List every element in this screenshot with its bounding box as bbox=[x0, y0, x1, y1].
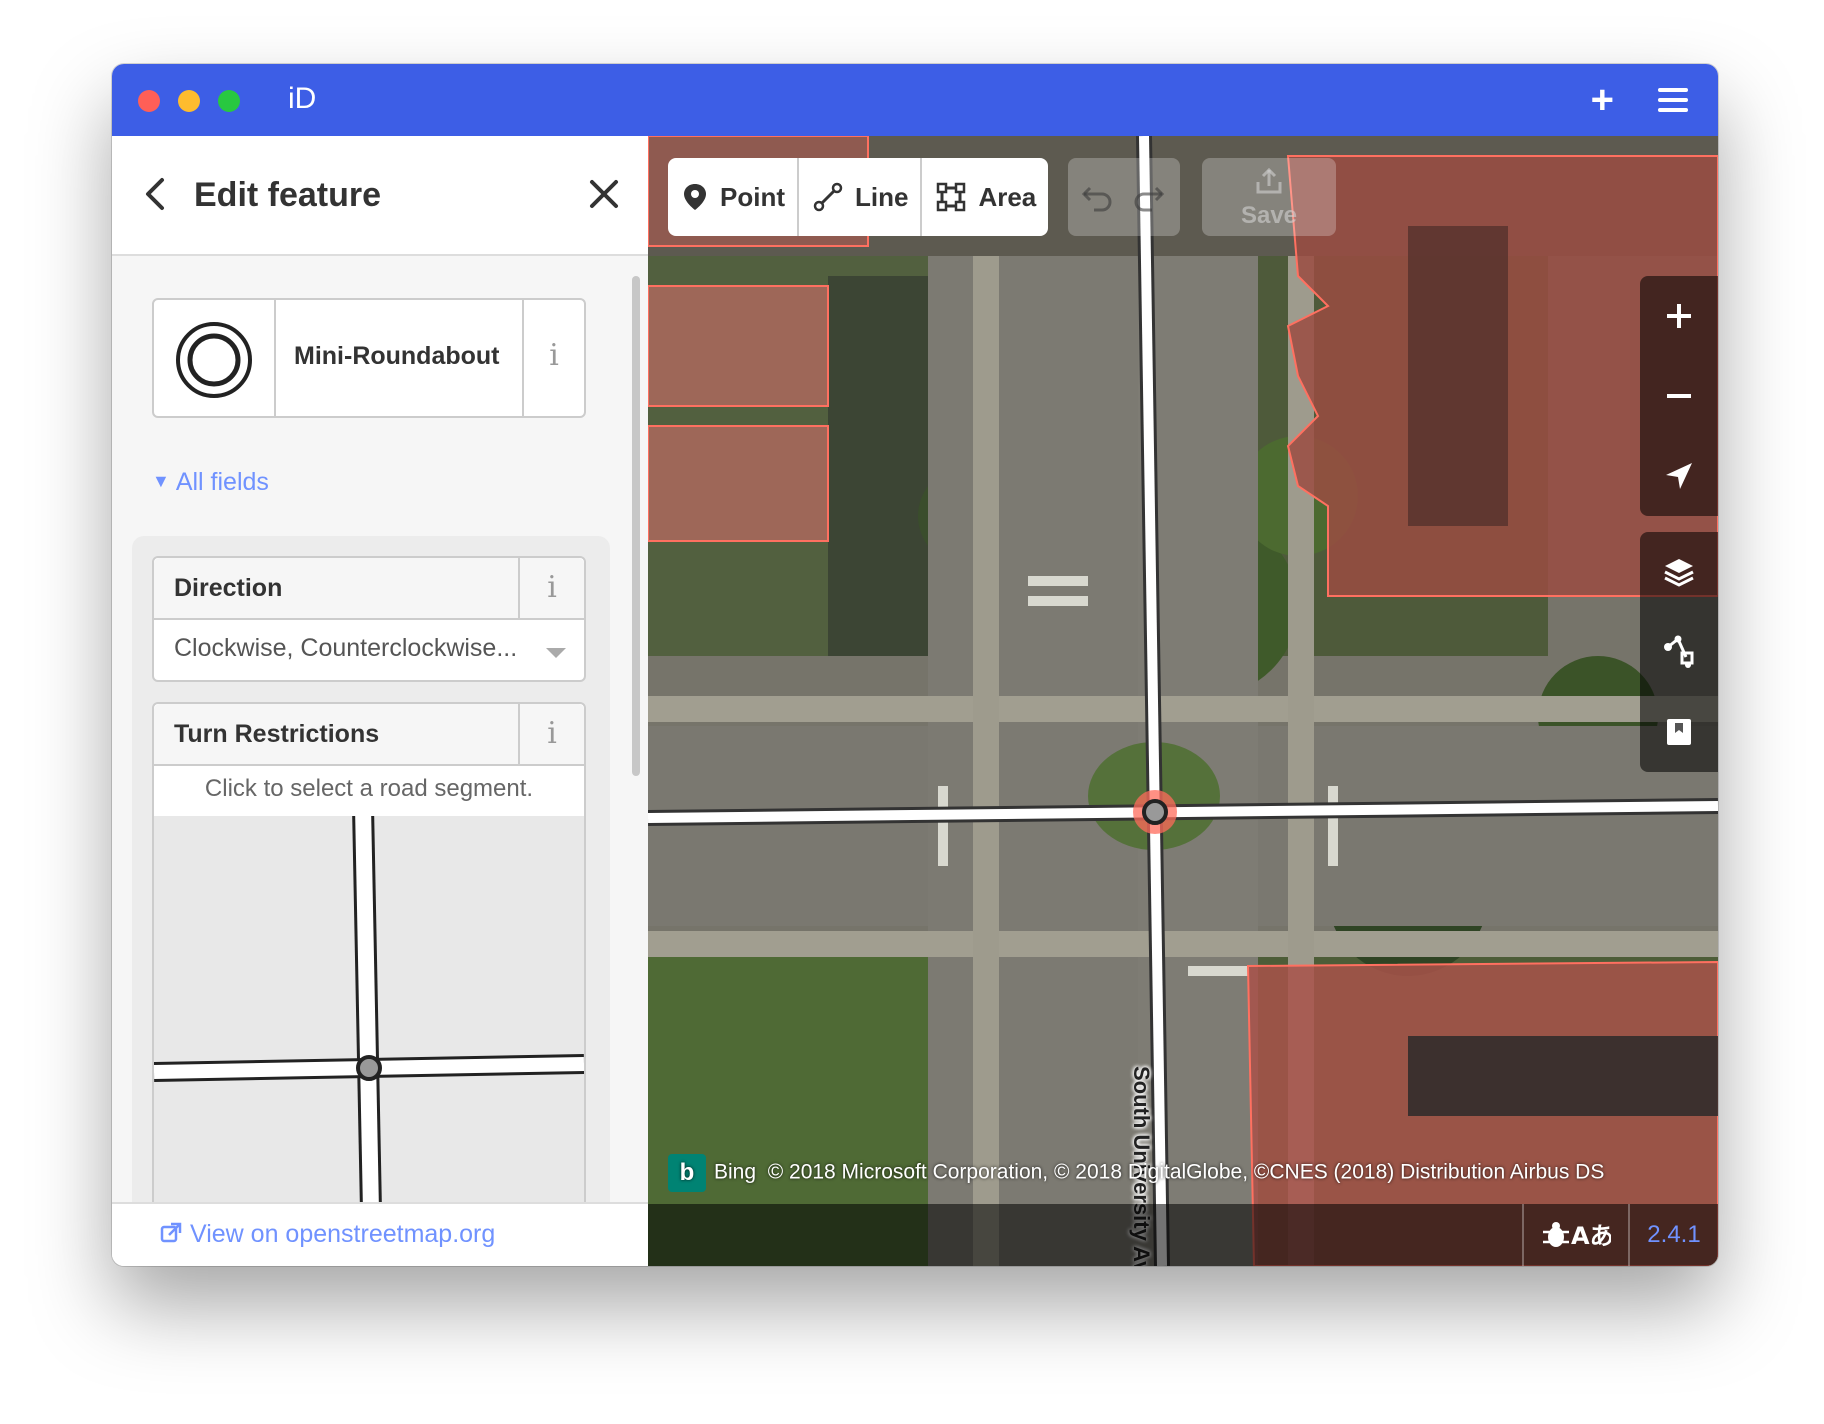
undo-icon[interactable] bbox=[1078, 180, 1118, 216]
attribution-text: © 2018 Microsoft Corporation, © 2018 Dig… bbox=[767, 1160, 1605, 1184]
mini-roundabout-icon bbox=[176, 322, 252, 398]
area-label: Area bbox=[978, 181, 1037, 212]
info-icon: i bbox=[549, 338, 559, 373]
map-canvas[interactable]: South University Avenue Point Line Area … bbox=[648, 136, 1718, 1266]
sidebar-content: Mini-Roundabout i ▼ All fields Direction … bbox=[112, 256, 632, 1202]
plus-icon bbox=[1667, 304, 1691, 328]
point-label: Point bbox=[720, 181, 785, 212]
close-window-button[interactable] bbox=[138, 90, 160, 112]
hamburger-menu-icon[interactable] bbox=[1658, 88, 1688, 112]
imagery-attribution: b Bing © 2018 Microsoft Corporation, © 20… bbox=[668, 1154, 1604, 1192]
sidebar-header: Edit feature bbox=[112, 136, 648, 256]
preset-list-item[interactable]: Mini-Roundabout i bbox=[152, 298, 586, 418]
direction-info-button[interactable]: i bbox=[518, 558, 584, 618]
layers-icon bbox=[1664, 559, 1694, 587]
preset-info-button[interactable]: i bbox=[522, 300, 584, 416]
bug-icon bbox=[1543, 1222, 1569, 1247]
close-icon[interactable] bbox=[584, 174, 624, 214]
help-button[interactable] bbox=[1640, 692, 1718, 772]
save-button[interactable]: Save bbox=[1202, 158, 1336, 236]
mini-roundabout-vertex[interactable] bbox=[1142, 799, 1168, 825]
info-icon: i bbox=[547, 570, 557, 605]
chevron-left-icon[interactable] bbox=[140, 174, 172, 214]
sidebar-footer: View on openstreetmap.org bbox=[112, 1202, 648, 1266]
add-feature-toolbar: Point Line Area bbox=[668, 158, 1049, 236]
intersection-vertex[interactable] bbox=[356, 1055, 382, 1081]
add-area-button[interactable]: Area bbox=[922, 158, 1048, 236]
zoom-controls bbox=[1640, 276, 1718, 516]
sidebar-scrollbar[interactable] bbox=[632, 276, 640, 776]
zoom-window-button[interactable] bbox=[218, 90, 240, 112]
version-label[interactable]: 2.4.1 bbox=[1628, 1204, 1718, 1266]
turn-restrictions-map[interactable] bbox=[154, 816, 584, 1202]
turn-restrictions-label: Turn Restrictions bbox=[174, 720, 380, 748]
turn-restrictions-header: Turn Restrictions i bbox=[154, 704, 584, 766]
app-title: iD bbox=[288, 82, 317, 115]
preset-name: Mini-Roundabout bbox=[294, 342, 500, 370]
building-outline[interactable] bbox=[648, 425, 829, 542]
save-label: Save bbox=[1240, 202, 1298, 229]
all-fields-label: All fields bbox=[175, 468, 269, 496]
minus-icon bbox=[1667, 394, 1691, 398]
direction-field-header: Direction i bbox=[154, 558, 584, 620]
view-on-osm-link[interactable]: View on openstreetmap.org bbox=[160, 1220, 495, 1249]
translate-icon: Aあ bbox=[1571, 1222, 1611, 1250]
upload-icon bbox=[1256, 167, 1282, 194]
satellite-imagery bbox=[648, 136, 1718, 1266]
map-controls bbox=[1640, 276, 1718, 788]
area-icon bbox=[937, 182, 966, 212]
turn-restrictions-hint: Click to select a road segment. bbox=[154, 766, 584, 816]
zoom-in-button[interactable] bbox=[1640, 276, 1718, 356]
redo-icon[interactable] bbox=[1128, 180, 1168, 216]
chevron-down-icon[interactable] bbox=[546, 648, 566, 658]
title-bar: iD + bbox=[112, 64, 1718, 136]
turn-restrictions-field: Turn Restrictions i Click to select a ro… bbox=[152, 702, 586, 1202]
bing-logo-icon: b bbox=[668, 1154, 706, 1192]
direction-label: Direction bbox=[174, 574, 283, 602]
turn-restrictions-info-button[interactable]: i bbox=[518, 704, 584, 764]
undo-redo-group bbox=[1068, 158, 1180, 236]
new-tab-plus-icon[interactable]: + bbox=[1591, 76, 1614, 124]
issues-translate-button[interactable]: Aあ bbox=[1522, 1204, 1628, 1266]
building-outline[interactable] bbox=[648, 285, 829, 407]
background-layers-button[interactable] bbox=[1640, 532, 1718, 612]
geolocate-button[interactable] bbox=[1640, 436, 1718, 516]
direction-field: Direction i Clockwise, Counterclockwise.… bbox=[152, 556, 586, 682]
map-data-button[interactable] bbox=[1640, 612, 1718, 692]
info-icon: i bbox=[547, 716, 557, 751]
location-arrow-icon bbox=[1666, 463, 1692, 489]
app-window: iD + Edit feature Mini-Roundabout i ▼ Al… bbox=[112, 64, 1718, 1266]
zoom-out-button[interactable] bbox=[1640, 356, 1718, 436]
add-line-button[interactable]: Line bbox=[799, 158, 923, 236]
view-on-osm-label: View on openstreetmap.org bbox=[190, 1220, 496, 1248]
fields-panel: Direction i Clockwise, Counterclockwise.… bbox=[132, 536, 610, 1202]
panel-controls bbox=[1640, 532, 1718, 772]
map-pin-icon bbox=[684, 184, 706, 210]
svg-text:Aあ: Aあ bbox=[1571, 1222, 1611, 1250]
direction-combo-input[interactable]: Clockwise, Counterclockwise... bbox=[174, 634, 517, 663]
bookmark-help-icon bbox=[1667, 719, 1691, 745]
preset-icon-cell bbox=[154, 300, 276, 416]
triangle-down-icon: ▼ bbox=[152, 471, 170, 491]
minimize-window-button[interactable] bbox=[178, 90, 200, 112]
map-footer: Aあ 2.4.1 bbox=[648, 1204, 1718, 1266]
external-link-icon bbox=[160, 1222, 182, 1243]
line-icon bbox=[813, 182, 843, 212]
add-point-button[interactable]: Point bbox=[668, 158, 799, 236]
map-data-icon bbox=[1664, 635, 1694, 668]
all-fields-toggle[interactable]: ▼ All fields bbox=[152, 468, 269, 497]
footer-tools: Aあ 2.4.1 bbox=[1522, 1204, 1718, 1266]
sidebar: Edit feature Mini-Roundabout i ▼ All fie… bbox=[112, 136, 649, 1266]
attribution-brand: Bing bbox=[714, 1160, 757, 1184]
panel-title: Edit feature bbox=[194, 176, 382, 214]
road-segment-vertical[interactable] bbox=[352, 816, 382, 1202]
line-label: Line bbox=[855, 181, 909, 212]
